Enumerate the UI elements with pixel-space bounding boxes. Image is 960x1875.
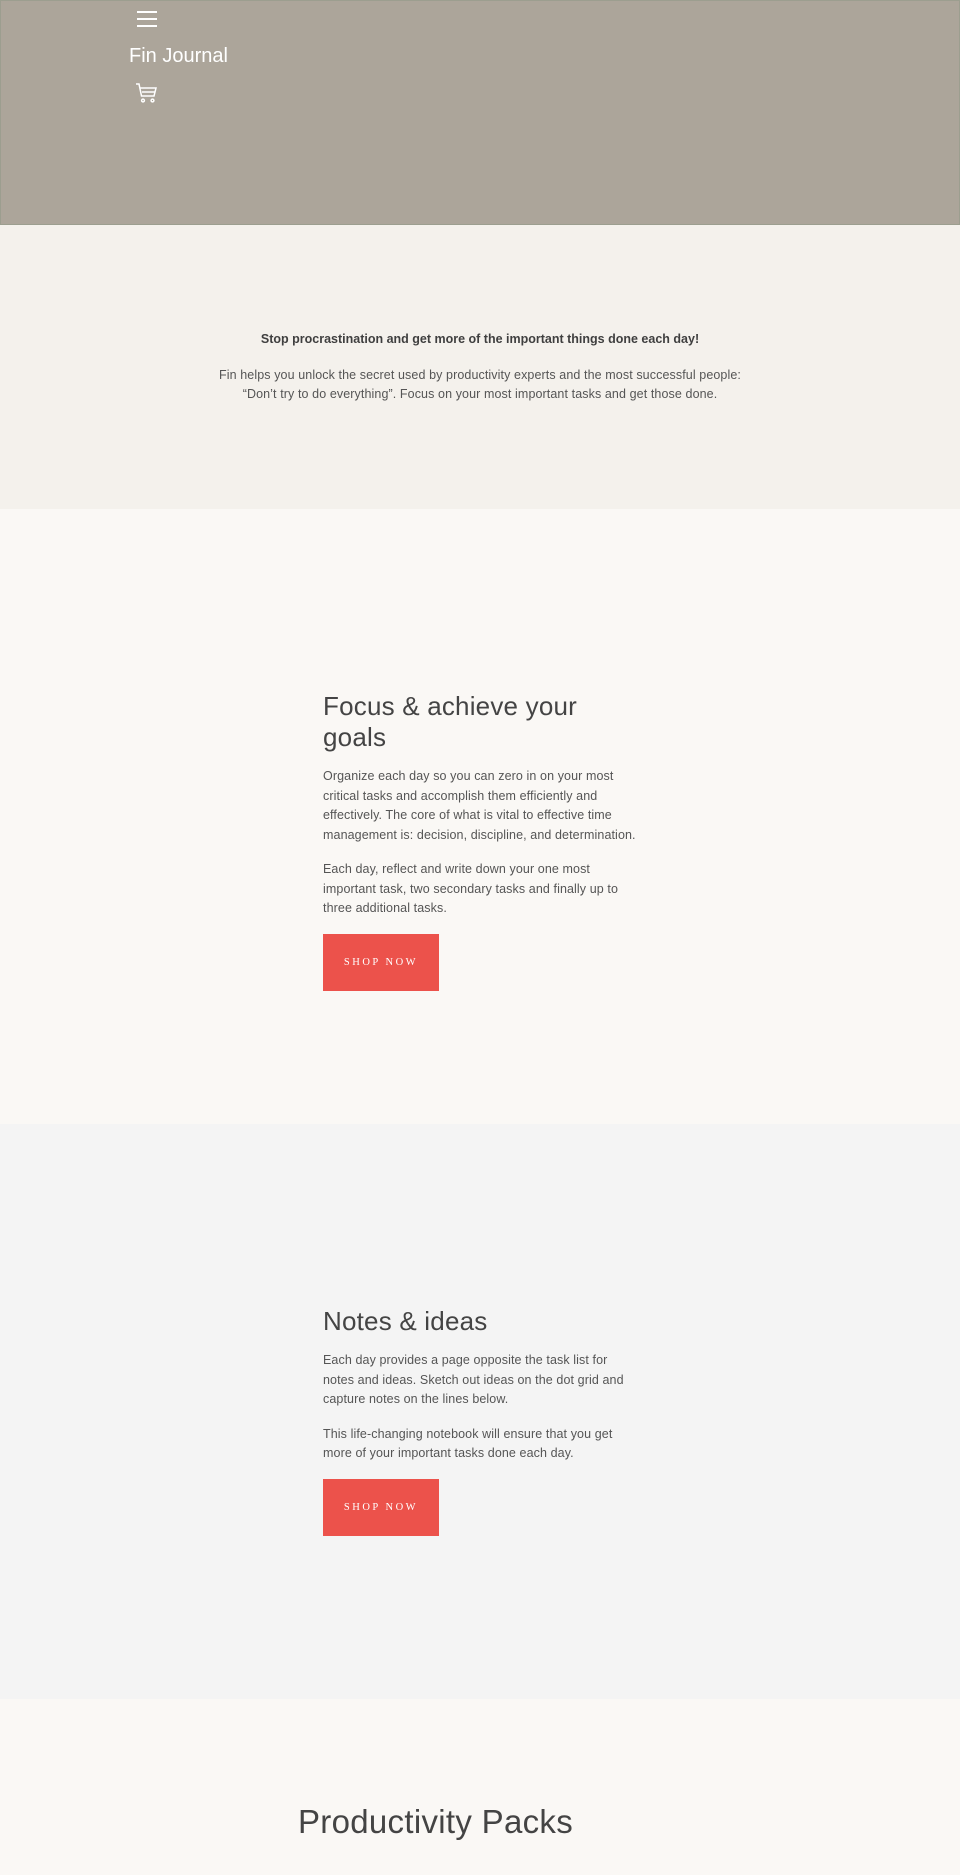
shop-now-button[interactable]: SHOP NOW (323, 933, 439, 991)
hamburger-menu-icon[interactable] (137, 11, 157, 27)
intro-text: Fin helps you unlock the secret used by … (219, 368, 741, 401)
feature-paragraph: This life-changing notebook will ensure … (323, 1426, 613, 1461)
productivity-packs-section: Productivity Packs (0, 1699, 960, 1875)
hero-header: Fin Journal (0, 0, 960, 225)
shopping-cart-icon[interactable] (135, 81, 159, 105)
feature-content: Focus & achieve your goals Organize each… (323, 691, 639, 991)
feature-paragraph: Each day, reflect and write down your on… (323, 862, 619, 915)
feature-section-notes: Notes & ideas Each day provides a page o… (0, 1124, 960, 1699)
packs-title: Productivity Packs (298, 1803, 573, 1840)
site-brand-link[interactable]: Fin Journal (129, 45, 228, 68)
feature-title: Notes & ideas (323, 1306, 488, 1336)
feature-content: Notes & ideas Each day provides a page o… (323, 1306, 639, 1536)
feature-paragraph: Each day provides a page opposite the ta… (323, 1353, 624, 1406)
intro-heading: Stop procrastination and get more of the… (260, 332, 700, 346)
feature-title: Focus & achieve your goals (323, 691, 578, 752)
feature-section-focus: Focus & achieve your goals Organize each… (0, 509, 960, 1124)
shop-now-button[interactable]: SHOP NOW (323, 1478, 439, 1536)
intro-section: Stop procrastination and get more of the… (0, 225, 960, 509)
feature-paragraph: Organize each day so you can zero in on … (323, 769, 636, 842)
